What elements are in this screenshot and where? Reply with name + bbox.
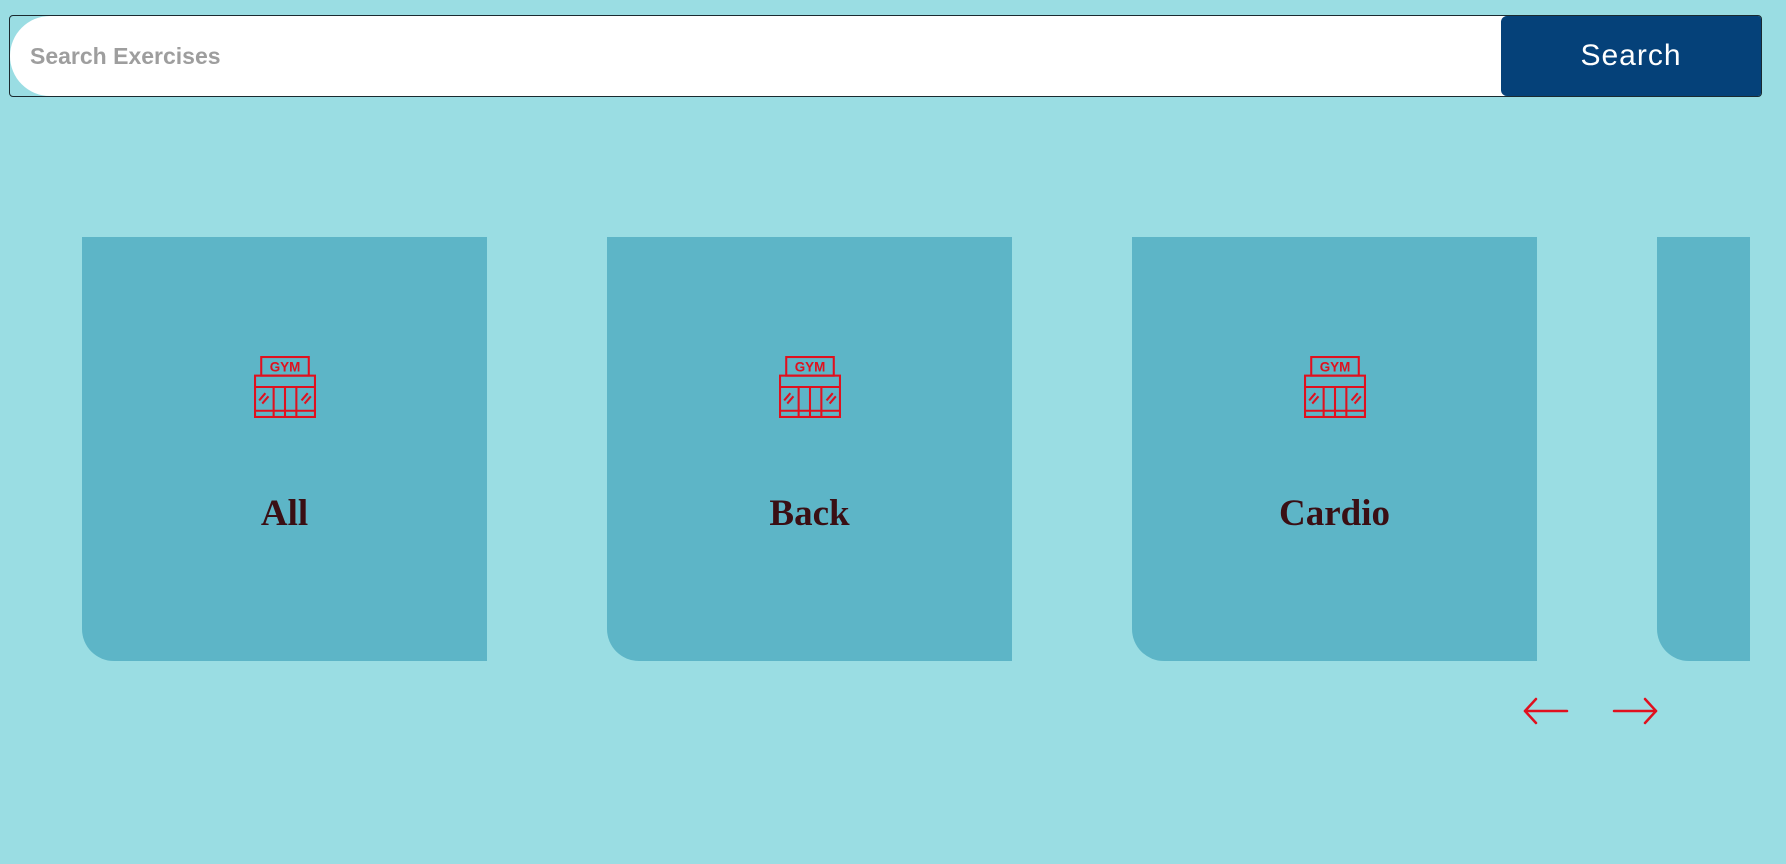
category-card-cardio[interactable]: GYM Cardio [1132, 237, 1537, 661]
svg-text:GYM: GYM [794, 360, 825, 375]
category-label: Cardio [1279, 493, 1390, 534]
category-carousel: GYM All GYM Back GYM Cardio [0, 237, 1750, 661]
arrow-right-icon[interactable] [1611, 694, 1659, 728]
search-input[interactable] [10, 16, 1505, 96]
category-card-partial[interactable] [1657, 237, 1750, 661]
gym-icon: GYM [778, 356, 841, 418]
search-button[interactable]: Search [1501, 16, 1761, 96]
svg-text:GYM: GYM [1319, 360, 1350, 375]
arrow-left-icon[interactable] [1522, 694, 1570, 728]
svg-text:GYM: GYM [269, 360, 300, 375]
gym-icon: GYM [253, 356, 316, 418]
category-card-back[interactable]: GYM Back [607, 237, 1012, 661]
category-label: Back [769, 493, 850, 534]
category-label: All [260, 493, 309, 534]
search-bar: Search [9, 15, 1762, 97]
category-card-all[interactable]: GYM All [82, 237, 487, 661]
gym-icon: GYM [1303, 356, 1366, 418]
